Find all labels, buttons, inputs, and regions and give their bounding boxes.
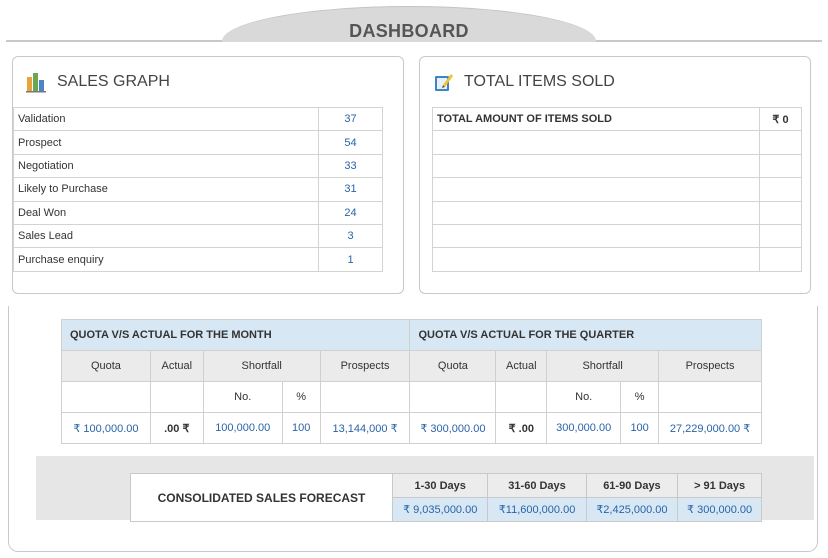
sales-stage-count[interactable]: 37 [318,106,383,132]
empty-cell [432,177,760,202]
table-row: Prospect 54 [13,130,383,155]
month-quota-value: ₹ 100,000.00 [61,412,151,444]
header-tab: DASHBOARD [222,6,596,42]
month-pct-header: % [281,381,321,413]
forecast-period-value: ₹ 300,000.00 [677,497,762,522]
quarter-shortfall-no-value: 300,000.00 [546,412,622,444]
sales-stage-count[interactable]: 33 [318,153,383,179]
forecast-period-value: ₹2,425,000.00 [585,497,679,522]
empty-cell [432,247,760,272]
total-amount-label: TOTAL AMOUNT OF ITEMS SOLD [432,106,760,132]
month-prospects-header: Prospects [319,350,411,382]
sales-stage-count[interactable]: 31 [318,177,383,202]
table-row: CONSOLIDATED SALES FORECAST 1-30 Days 31… [130,473,762,522]
sales-stage-label: Likely to Purchase [13,177,319,202]
quota-month-title: QUOTA V/S ACTUAL FOR THE MONTH [60,319,411,351]
table-row [432,153,802,179]
quarter-shortfall-header: Shortfall [546,350,660,382]
month-prospects-value: 13,144,000 ₹ [319,412,411,444]
sales-stage-count[interactable]: 24 [318,200,383,225]
empty-cell [432,200,760,225]
quarter-no-header: No. [546,381,622,413]
sales-stage-label: Negotiation [13,153,319,179]
empty-cell [409,381,497,413]
table-row [432,130,802,155]
sales-stage-label: Validation [13,106,319,132]
sales-stage-count[interactable]: 3 [318,223,383,249]
quarter-actual-header: Actual [495,350,548,382]
empty-cell [319,381,411,413]
empty-cell [432,223,760,249]
forecast-period-header: > 91 Days [677,473,762,498]
sales-stage-label: Sales Lead [13,223,319,249]
page-title: DASHBOARD [349,21,469,41]
empty-cell [759,200,802,225]
items-sold-panel: TOTAL ITEMS SOLD TOTAL AMOUNT OF ITEMS S… [419,56,811,294]
sales-stage-count[interactable]: 1 [318,247,383,272]
empty-cell [432,130,760,155]
sales-stage-label: Deal Won [13,200,319,225]
empty-cell [432,153,760,179]
sales-graph-panel: SALES GRAPH Validation 37 Prospect 54 Negoti… [12,56,404,294]
empty-cell [759,130,802,155]
items-sold-table: TOTAL AMOUNT OF ITEMS SOLD ₹ 0 [432,106,802,272]
quota-quarter-title: QUOTA V/S ACTUAL FOR THE QUARTER [409,319,762,351]
sales-graph-table: Validation 37 Prospect 54 Negotiation 33 Likel… [13,106,383,272]
month-shortfall-no-value: 100,000.00 [202,412,283,444]
table-row [432,247,802,272]
empty-cell [658,381,762,413]
month-quota-header: Quota [61,350,151,382]
empty-cell [759,153,802,179]
table-row: Likely to Purchase 31 [13,177,383,202]
month-no-header: No. [202,381,283,413]
table-row: Negotiation 33 [13,153,383,179]
table-row: ₹ 100,000.00 .00 ₹ 100,000.00 100 13,144… [61,412,762,444]
quarter-quota-header: Quota [409,350,497,382]
total-amount-value: ₹ 0 [759,106,802,132]
sales-graph-title: SALES GRAPH [57,73,170,90]
quarter-actual-value: ₹ .00 [495,412,548,444]
items-sold-title: TOTAL ITEMS SOLD [464,73,615,90]
table-row: Deal Won 24 [13,200,383,225]
table-row: Sales Lead 3 [13,223,383,249]
empty-cell [759,177,802,202]
table-row: QUOTA V/S ACTUAL FOR THE MONTH QUOTA V/S… [60,319,762,351]
table-row: Validation 37 [13,106,383,132]
month-actual-value: .00 ₹ [149,412,204,444]
table-row: No. % No. % [61,381,762,413]
month-actual-header: Actual [149,350,204,382]
month-shortfall-header: Shortfall [202,350,321,382]
quarter-prospects-value: 27,229,000.00 ₹ [658,412,762,444]
sales-stage-count[interactable]: 54 [318,130,383,155]
empty-cell [759,223,802,249]
quarter-quota-value: ₹ 300,000.00 [409,412,497,444]
quarter-pct-header: % [620,381,660,413]
sales-stage-label: Prospect [13,130,319,155]
empty-cell [61,381,151,413]
table-row [432,223,802,249]
table-row: Purchase enquiry 1 [13,247,383,272]
empty-cell [759,247,802,272]
quarter-prospects-header: Prospects [658,350,762,382]
empty-cell [149,381,204,413]
quota-table: QUOTA V/S ACTUAL FOR THE MONTH QUOTA V/S… [60,319,762,444]
empty-cell [495,381,548,413]
quarter-shortfall-pct-value: 100 [620,412,660,444]
forecast-table: CONSOLIDATED SALES FORECAST 1-30 Days 31… [130,473,762,522]
month-shortfall-pct-value: 100 [281,412,321,444]
forecast-title: CONSOLIDATED SALES FORECAST [130,473,393,522]
table-row: Quota Actual Shortfall Prospects Quota A… [61,350,762,382]
forecast-period-header: 61-90 Days [585,473,679,498]
forecast-period-header: 1-30 Days [391,473,489,498]
forecast-period-value: ₹11,600,000.00 [487,497,587,522]
table-row: TOTAL AMOUNT OF ITEMS SOLD ₹ 0 [432,106,802,132]
table-row [432,200,802,225]
forecast-period-value: ₹ 9,035,000.00 [391,497,489,522]
sales-stage-label: Purchase enquiry [13,247,319,272]
notepad-pencil-icon [435,74,453,91]
table-row [432,177,802,202]
forecast-period-header: 31-60 Days [487,473,587,498]
bar-chart-icon [26,73,46,93]
